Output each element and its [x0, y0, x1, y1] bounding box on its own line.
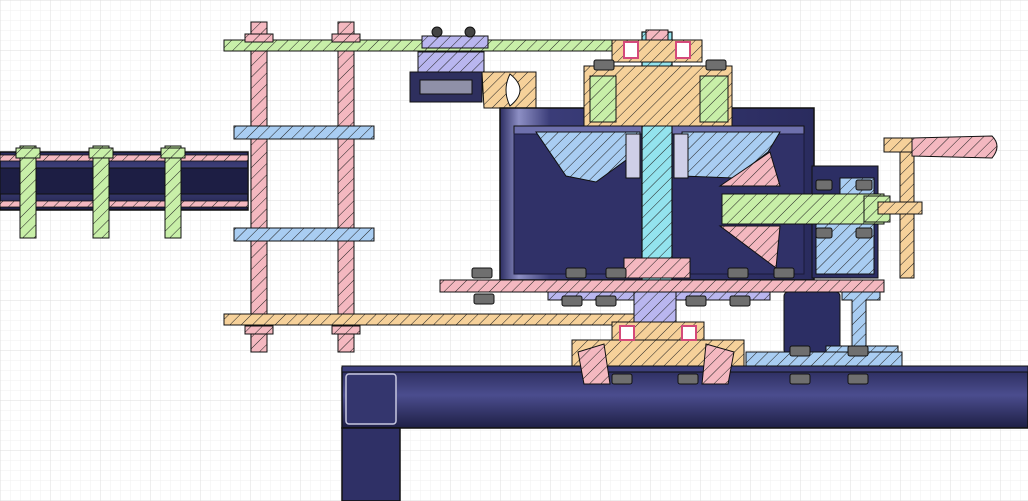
lower-bearing-left: [619, 325, 635, 341]
clamp-body: [417, 51, 485, 75]
output-shaft-body: [721, 193, 885, 225]
link-rung-lower: [233, 227, 375, 242]
lower-bearing-right: [681, 325, 697, 341]
bolt-head-16: [847, 373, 869, 385]
base-beam-lip: [341, 365, 1028, 373]
link-post-left: [250, 21, 268, 353]
bolt-head-11: [611, 373, 633, 385]
cad-viewport[interactable]: [0, 0, 1028, 501]
bolt-head-7: [561, 295, 583, 307]
column-support: [783, 291, 841, 355]
clamp-bushing-bore: [419, 79, 473, 95]
rung-nut-4: [331, 325, 361, 335]
bolt-head-10: [729, 295, 751, 307]
crank-knob: [877, 201, 923, 215]
hub-green-insert: [699, 75, 729, 123]
rung-nut-2: [331, 33, 361, 43]
clamp-bolt-1: [431, 26, 443, 38]
bolt-head-15: [789, 373, 811, 385]
shaft-collar-3: [164, 145, 182, 239]
bolt-head-2: [565, 267, 587, 279]
bolt-head-9: [685, 295, 707, 307]
bolt-head-13: [789, 345, 811, 357]
bolt-head-17: [593, 59, 615, 71]
shaft-collar-2: [92, 145, 110, 239]
bolt-head-3: [605, 267, 627, 279]
bolt-head-18: [705, 59, 727, 71]
top-bearing-right: [675, 41, 691, 59]
input-shaft-sleeve-bottom: [0, 200, 249, 208]
link-rung-bottom: [223, 313, 635, 326]
bolt-head-4: [727, 267, 749, 279]
bolt-head-5: [773, 267, 795, 279]
input-shaft-bore: [0, 167, 249, 195]
crank-handle[interactable]: [911, 135, 998, 159]
collar-bolt-1: [15, 147, 41, 159]
bearing-left: [625, 133, 641, 179]
rung-nut-3: [244, 325, 274, 335]
lower-bearing-block: [633, 291, 677, 325]
bolt-head-22: [855, 227, 873, 239]
collar-bolt-2: [88, 147, 114, 159]
shaft-collar-1: [19, 145, 37, 239]
bolt-head-12: [677, 373, 699, 385]
base-tube-section: [345, 373, 397, 425]
cross-section-drawing: [0, 0, 1028, 501]
bolt-head-6: [473, 293, 495, 305]
base-leg: [341, 427, 401, 501]
base-pad: [745, 351, 903, 367]
bolt-head-20: [855, 179, 873, 191]
mid-collar: [623, 257, 691, 279]
collar-bolt-3: [160, 147, 186, 159]
bolt-head-14: [847, 345, 869, 357]
clamp-bolt-2: [464, 26, 476, 38]
crank-hub: [883, 137, 917, 153]
support-plate: [439, 279, 885, 293]
top-bearing-left: [623, 41, 639, 59]
bolt-head-19: [815, 179, 833, 191]
bolt-head-21: [815, 227, 833, 239]
hub-green-insert-left: [589, 75, 617, 123]
bolt-head-8: [595, 295, 617, 307]
bearing-right: [673, 133, 689, 179]
rung-nut-1: [244, 33, 274, 43]
link-rung-upper: [233, 125, 375, 140]
bolt-head-1: [471, 267, 493, 279]
lower-clamp-left: [577, 343, 611, 385]
clamp-cap: [421, 35, 489, 49]
link-post-right: [337, 21, 355, 353]
